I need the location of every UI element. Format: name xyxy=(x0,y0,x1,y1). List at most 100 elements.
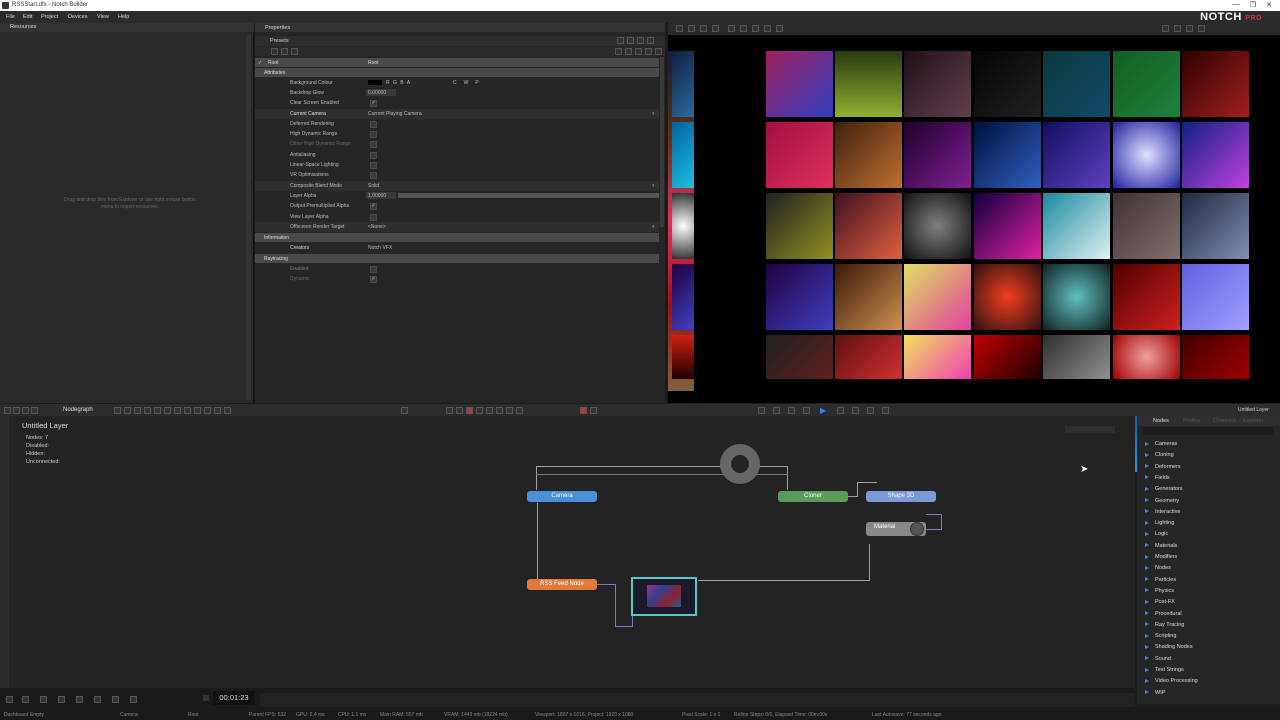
ng-tool-4-icon[interactable] xyxy=(144,407,151,414)
prop-backdrop-glow[interactable]: Backdrop Glow 0.00000 xyxy=(255,88,659,98)
ng-layout-icon[interactable] xyxy=(13,407,20,414)
prop-antialiasing[interactable]: Antialiasing xyxy=(255,150,659,160)
prop-rt-dynamic[interactable]: Dynamic ✓ xyxy=(255,274,659,284)
ng-view-2-icon[interactable] xyxy=(456,407,463,414)
ng-window-icon[interactable] xyxy=(31,407,38,414)
node-category-item[interactable]: WIP xyxy=(1145,690,1165,696)
node-category-item[interactable]: Geometry xyxy=(1145,498,1179,504)
tl-clip-icon[interactable] xyxy=(94,696,101,703)
step-forward-icon[interactable] xyxy=(837,407,844,414)
node-category-item[interactable]: Video Processing xyxy=(1145,678,1198,684)
video-thumbnail[interactable] xyxy=(766,335,833,379)
ng-tool-5-icon[interactable] xyxy=(154,407,161,414)
video-thumbnail[interactable] xyxy=(672,193,694,259)
nodes-search-input[interactable] xyxy=(1143,427,1273,435)
preset-download-icon[interactable] xyxy=(617,37,624,44)
ng-tool-11-icon[interactable] xyxy=(214,407,221,414)
prop-hdr[interactable]: High Dynamic Range xyxy=(255,129,659,139)
fast-forward-icon[interactable] xyxy=(852,407,859,414)
prop-vr-optim[interactable]: VR Optimisations xyxy=(255,170,659,180)
node-category-item[interactable]: Procedural xyxy=(1145,611,1182,617)
viewport-camera-icon[interactable] xyxy=(752,25,759,32)
node-category-item[interactable]: Materials xyxy=(1145,543,1177,549)
filter-icon[interactable] xyxy=(271,48,278,55)
video-thumbnail[interactable] xyxy=(672,122,694,188)
node-shape-3d[interactable]: Shape 3D xyxy=(866,491,936,502)
viewport-frame-icon[interactable] xyxy=(776,25,783,32)
tl-gear-icon[interactable] xyxy=(6,696,13,703)
tl-marker-icon[interactable] xyxy=(76,696,83,703)
node-material[interactable]: Material xyxy=(866,522,926,536)
menu-view[interactable]: View xyxy=(97,14,109,20)
ng-view-6-icon[interactable] xyxy=(506,407,513,414)
video-thumbnail[interactable] xyxy=(1182,264,1249,330)
ng-grid-icon[interactable] xyxy=(4,407,11,414)
node-category-item[interactable]: Nodes xyxy=(1145,565,1171,571)
video-thumbnail[interactable] xyxy=(1043,335,1110,379)
ng-tool-1-icon[interactable] xyxy=(114,407,121,414)
video-thumbnail[interactable] xyxy=(904,193,971,259)
video-thumbnail[interactable] xyxy=(672,335,694,379)
reset-icon[interactable] xyxy=(635,48,642,55)
video-thumbnail[interactable] xyxy=(974,122,1041,188)
menu-file[interactable]: File xyxy=(6,14,15,20)
ng-record-icon[interactable] xyxy=(466,407,473,414)
minimize-button[interactable]: — xyxy=(1233,1,1240,8)
ng-view-5-icon[interactable] xyxy=(496,407,503,414)
ng-view-7-icon[interactable] xyxy=(516,407,523,414)
prop-offscreen-target[interactable]: Offscreen Render Target <None> ▾ xyxy=(255,222,659,232)
node-cloner[interactable]: Cloner xyxy=(778,491,848,502)
node-category-item[interactable]: Cloning xyxy=(1145,452,1174,458)
node-category-item[interactable]: Shading Nodes xyxy=(1145,644,1193,650)
node-category-item[interactable]: Fields xyxy=(1145,475,1170,481)
ng-settings-icon[interactable] xyxy=(401,407,408,414)
node-category-item[interactable]: Logic xyxy=(1145,531,1168,537)
video-thumbnail[interactable] xyxy=(904,51,971,117)
video-thumbnail[interactable] xyxy=(835,51,902,117)
video-thumbnail[interactable] xyxy=(904,122,971,188)
skip-end-icon[interactable] xyxy=(882,407,889,414)
favorite-icon[interactable] xyxy=(645,48,652,55)
video-thumbnail[interactable] xyxy=(1113,122,1180,188)
ng-view-8-icon[interactable] xyxy=(590,407,597,414)
video-thumbnail[interactable] xyxy=(974,264,1041,330)
node-category-item[interactable]: Scripting xyxy=(1145,633,1176,639)
timeline[interactable]: 00:01:23 xyxy=(0,688,1135,710)
ng-view-3-icon[interactable] xyxy=(476,407,483,414)
help-icon[interactable] xyxy=(655,48,662,55)
node-category-item[interactable]: Cameras xyxy=(1145,441,1177,447)
step-back-icon[interactable] xyxy=(803,407,810,414)
node-category-item[interactable]: Particles xyxy=(1145,577,1176,583)
prop-layer-alpha[interactable]: Layer Alpha 1.00000 xyxy=(255,191,659,201)
ng-stop-icon[interactable] xyxy=(580,407,587,414)
ng-view-4-icon[interactable] xyxy=(486,407,493,414)
prop-clear-screen[interactable]: Clear Screen Enabled ✓ xyxy=(255,98,659,108)
node-category-item[interactable]: Physics xyxy=(1145,588,1174,594)
viewport-grid-icon[interactable] xyxy=(740,25,747,32)
preset-refresh-icon[interactable] xyxy=(647,37,654,44)
root-gear-icon[interactable] xyxy=(720,444,760,484)
prev-key-icon[interactable] xyxy=(773,407,780,414)
video-thumbnail[interactable] xyxy=(1043,51,1110,117)
video-thumbnail[interactable] xyxy=(1182,122,1249,188)
section-information[interactable]: Information xyxy=(255,233,659,242)
prop-rt-enabled[interactable]: Enabled xyxy=(255,264,659,274)
viewport-tool-icon[interactable] xyxy=(676,25,683,32)
ng-view-1-icon[interactable] xyxy=(446,407,453,414)
video-thumbnail[interactable] xyxy=(974,335,1041,379)
tl-key-icon[interactable] xyxy=(40,696,47,703)
node-category-item[interactable]: Deformers xyxy=(1145,464,1181,470)
ng-tool-10-icon[interactable] xyxy=(204,407,211,414)
ng-tool-12-icon[interactable] xyxy=(224,407,231,414)
next-key-icon[interactable] xyxy=(867,407,874,414)
video-thumbnail[interactable] xyxy=(835,122,902,188)
video-thumbnail[interactable] xyxy=(904,335,971,379)
video-thumbnail[interactable] xyxy=(1113,335,1180,379)
video-thumbnail[interactable] xyxy=(974,51,1041,117)
video-thumbnail[interactable] xyxy=(1113,193,1180,259)
video-thumbnail[interactable] xyxy=(766,122,833,188)
maximize-button[interactable]: ❐ xyxy=(1250,1,1256,9)
nodegraph-canvas[interactable]: Untitled Layer Nodes: 7 Disabled: Hidden… xyxy=(0,416,1135,688)
close-icon[interactable] xyxy=(291,48,298,55)
menu-help[interactable]: Help xyxy=(118,14,129,20)
